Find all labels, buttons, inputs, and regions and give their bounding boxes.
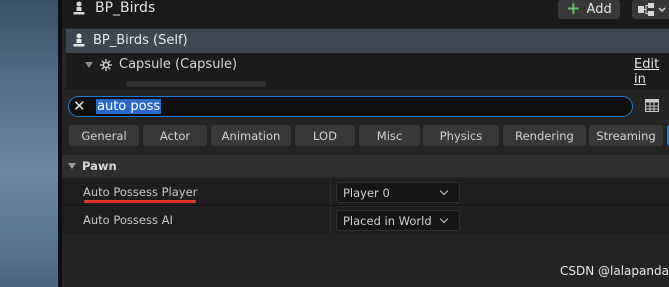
filter-rendering[interactable]: Rendering — [503, 125, 586, 146]
collapse-arrow-icon[interactable] — [68, 163, 76, 169]
watermark-text: CSDN @lalapanda — [560, 264, 669, 278]
filter-actor[interactable]: Actor — [143, 125, 207, 146]
chevron-down-icon — [439, 186, 449, 196]
capsule-component-icon — [100, 59, 112, 71]
dropdown-value: Placed in World — [343, 214, 432, 228]
property-name: Auto Possess AI — [83, 213, 173, 227]
auto-possess-player-dropdown[interactable]: Player 0 — [336, 182, 460, 203]
auto-possess-ai-dropdown[interactable]: Placed in World — [336, 210, 460, 231]
add-button-label: Add — [586, 2, 612, 17]
blueprint-header: BP_Birds + Add — [62, 0, 669, 28]
tree-capsule-label: Capsule (Capsule) — [119, 57, 238, 72]
plus-icon: + — [566, 0, 581, 19]
search-row: ✕ auto poss — [62, 92, 669, 122]
add-component-button[interactable]: + Add — [558, 0, 620, 19]
search-input[interactable]: ✕ auto poss — [68, 96, 633, 117]
chevron-down-icon — [439, 214, 449, 224]
details-panel: BP_Birds + Add BP_Birds (Self) Capsule (… — [62, 0, 669, 287]
pawn-section-header[interactable]: Pawn — [62, 155, 669, 177]
blueprint-title: BP_Birds — [95, 0, 156, 16]
filter-streaming[interactable]: Streaming — [589, 125, 663, 146]
column-divider[interactable] — [330, 179, 331, 205]
property-row-auto-possess-ai: Auto Possess AI Placed in World — [62, 207, 669, 233]
property-matrix-icon[interactable] — [645, 99, 659, 112]
row-divider — [62, 205, 669, 206]
filter-misc[interactable]: Misc — [359, 125, 420, 146]
filter-lod[interactable]: LOD — [295, 125, 355, 146]
tree-self-label: BP_Birds (Self) — [93, 33, 188, 48]
tree-row-capsule[interactable]: Capsule (Capsule) Edit in — [66, 53, 669, 87]
blueprint-options-button[interactable] — [632, 0, 669, 19]
search-input-value[interactable]: auto poss — [96, 99, 162, 114]
property-name: Auto Possess Player — [83, 185, 198, 199]
column-divider[interactable] — [330, 207, 331, 233]
tree-row-self[interactable]: BP_Birds (Self) — [66, 29, 669, 53]
clear-search-icon[interactable]: ✕ — [73, 97, 86, 116]
hierarchy-icon — [638, 3, 666, 16]
category-filter-bar: General Actor Animation LOD Misc Physics… — [69, 125, 669, 147]
actor-icon — [73, 1, 85, 15]
annotation-underline — [84, 200, 196, 203]
level-viewport-edge — [0, 0, 58, 287]
components-tree: BP_Birds (Self) Capsule (Capsule) Edit i… — [66, 29, 669, 89]
filter-animation[interactable]: Animation — [211, 125, 291, 146]
section-title: Pawn — [82, 159, 117, 173]
tree-row-partial — [126, 81, 266, 87]
edit-in-link[interactable]: Edit in — [634, 57, 669, 87]
expand-arrow-icon[interactable] — [85, 62, 93, 68]
actor-icon — [73, 33, 85, 47]
filter-general[interactable]: General — [69, 125, 139, 146]
dropdown-value: Player 0 — [343, 186, 390, 200]
filter-physics[interactable]: Physics — [423, 125, 499, 146]
